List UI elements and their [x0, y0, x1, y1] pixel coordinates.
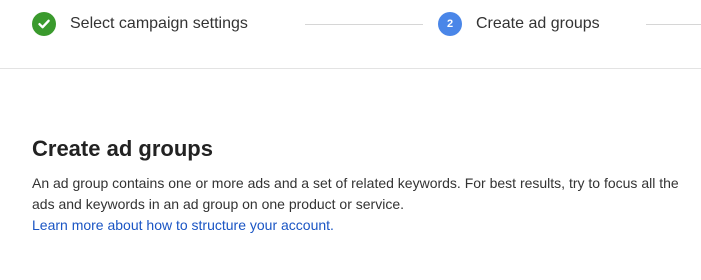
- checkmark-icon: [32, 12, 56, 36]
- step-select-campaign-settings[interactable]: Select campaign settings: [32, 0, 248, 48]
- description-text: An ad group contains one or more ads and…: [32, 175, 679, 212]
- header-divider: [0, 68, 701, 69]
- main-content: Create ad groups An ad group contains on…: [32, 135, 692, 236]
- step-connector: [646, 24, 701, 25]
- step-label: Create ad groups: [476, 15, 600, 32]
- step-create-ad-groups: 2 Create ad groups: [438, 0, 600, 48]
- step-label: Select campaign settings: [70, 15, 248, 32]
- page: Select campaign settings 2 Create ad gro…: [0, 0, 701, 280]
- progress-stepper: Select campaign settings 2 Create ad gro…: [0, 0, 701, 48]
- page-title: Create ad groups: [32, 136, 213, 161]
- step-number-badge: 2: [438, 12, 462, 36]
- learn-more-link[interactable]: Learn more about how to structure your a…: [32, 215, 334, 236]
- step-connector: [305, 24, 423, 25]
